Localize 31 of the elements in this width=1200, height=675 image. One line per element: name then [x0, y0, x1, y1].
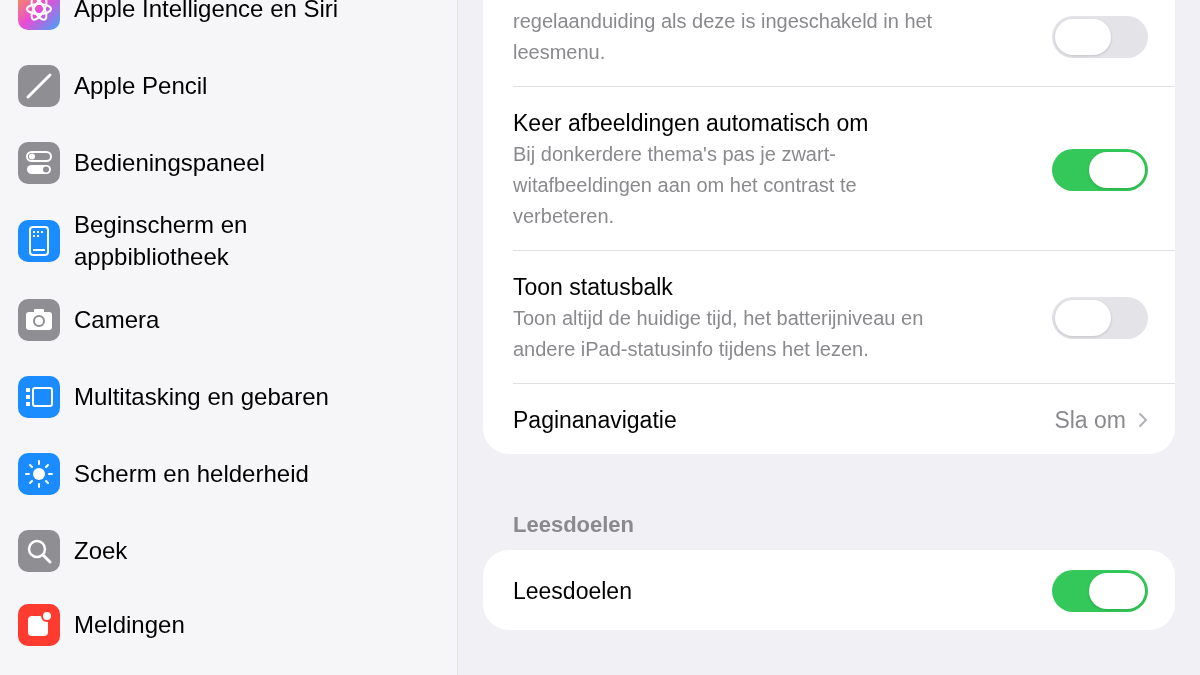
setting-description: regelaanduiding als deze is ingeschakeld in het leesmenu. [513, 9, 933, 65]
multitasking-icon [18, 375, 60, 418]
chevron-icon [1138, 412, 1148, 428]
toggle-switch[interactable] [1052, 570, 1148, 612]
tablet-icon [18, 220, 60, 262]
sidebar-item[interactable]: Apple Intelligence en Siri [74, 0, 374, 33]
toggle-switch[interactable] [1052, 148, 1148, 191]
toggle-switch[interactable] [1052, 297, 1148, 339]
sun-icon [18, 452, 60, 495]
setting-title: Toon statusbalk [513, 273, 674, 302]
toggle-switch[interactable] [1052, 16, 1148, 58]
setting-title: Paginanavigatie [513, 406, 678, 435]
sidebar-item[interactable]: Camera [74, 295, 374, 344]
sidebar-item[interactable]: Meldingen [74, 601, 374, 649]
setting-description: Toon altijd de huidige tijd, het batterijniveau en andere iPad-statusinfo tijdens het lezen. [513, 306, 925, 362]
pencil-icon [18, 64, 60, 107]
setting-title: Leesdoelen [513, 577, 633, 606]
notification-icon [18, 604, 60, 646]
sidebar-item[interactable]: Multitasking en gebaren [74, 372, 374, 421]
sidebar-item[interactable]: Beginscherm en appbibliotheek [74, 201, 374, 281]
setting-description: Bij donkerdere thema's pas je zwart-witafbeeldingen aan om het contrast te verbeteren. [513, 142, 858, 229]
sidebar-item[interactable]: Bedieningspaneel [74, 138, 374, 187]
setting-value: Sla om [1054, 406, 1126, 434]
sidebar-item[interactable]: Scherm en helderheid [74, 449, 374, 498]
sidebar-item[interactable]: Zoek [74, 526, 374, 575]
switches-icon [18, 141, 60, 184]
sidebar-item[interactable]: Apple Pencil [74, 61, 374, 110]
section-header: Leesdoelen [512, 511, 636, 539]
search-icon [18, 529, 60, 572]
camera-icon [18, 298, 60, 341]
setting-title: Keer afbeeldingen automatisch om [513, 109, 870, 138]
